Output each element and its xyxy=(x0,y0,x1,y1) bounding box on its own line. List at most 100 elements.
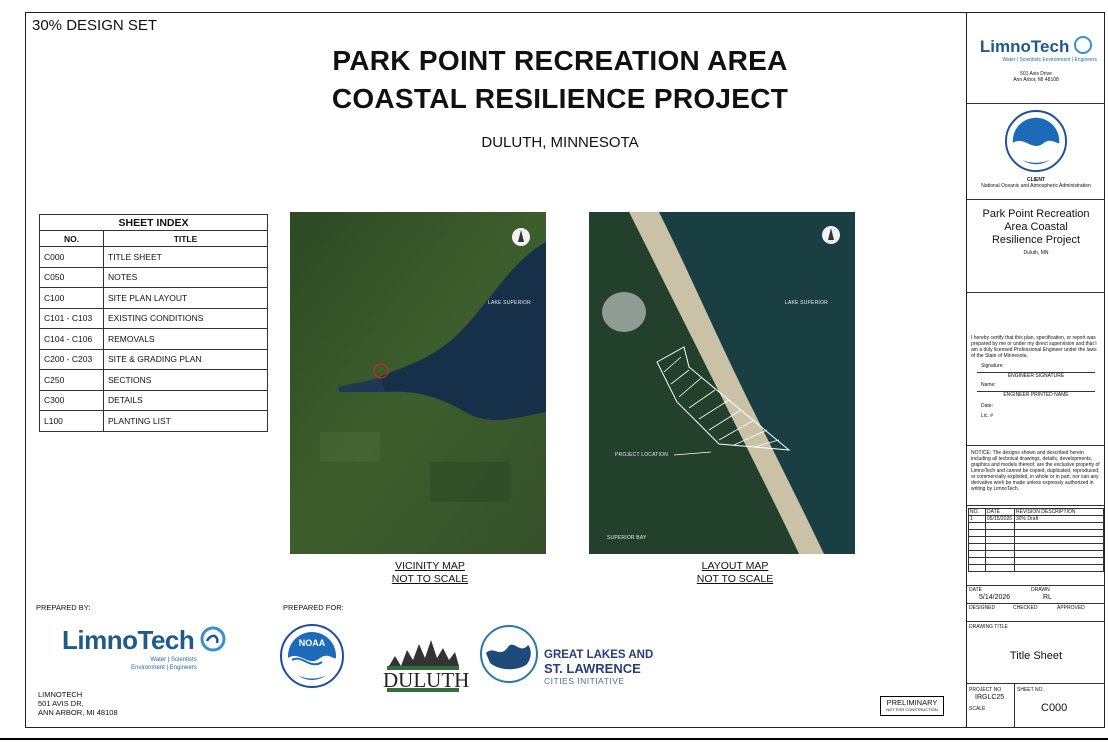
sheet-index-table: SHEET INDEX NO. TITLE C000 TITLE SHEET C0… xyxy=(39,214,268,432)
rev-date: 05/15/2026 xyxy=(985,515,1015,523)
sheet-no: C050 xyxy=(39,266,104,288)
prepared-for-label: PREPARED FOR: xyxy=(283,603,344,612)
table-row xyxy=(968,564,1104,572)
vicinity-lake-label: LAKE SUPERIOR xyxy=(488,300,531,306)
preliminary-label: PRELIMINARY xyxy=(886,698,938,707)
great-lakes-icon xyxy=(480,625,538,683)
project-title-line2: COASTAL RESILIENCE PROJECT xyxy=(331,83,789,114)
tb-drawing-title: Title Sheet xyxy=(1009,650,1063,662)
tb-date-label: DATE xyxy=(969,587,982,593)
sheet-no: C000 xyxy=(39,246,104,268)
sheet-title: EXISTING CONDITIONS xyxy=(103,307,268,329)
tb-client-name: National Oceanic and Atmospheric Adminis… xyxy=(981,183,1091,189)
sheet-title: DETAILS xyxy=(103,389,268,411)
project-location: DULUTH, MINNESOTA xyxy=(481,134,639,151)
tb-project-cell: Park Point Recreation Area Coastal Resil… xyxy=(967,200,1105,293)
sheet-title: REMOVALS xyxy=(103,328,268,350)
tb-project-no-cell: PROJECT NO IRGLC25 SCALE SHEET NO. C000 xyxy=(967,684,1105,728)
vicinity-map: LAKE SUPERIOR xyxy=(290,212,546,554)
table-row xyxy=(968,550,1104,558)
table-row: C250 SECTIONS xyxy=(39,369,268,391)
sheet-title: TITLE SHEET xyxy=(103,246,268,268)
prepared-by-label: PREPARED BY: xyxy=(36,603,91,612)
address-line: LIMNOTECH xyxy=(38,690,83,699)
table-row: C050 NOTES xyxy=(39,266,268,288)
address-line: 501 AVIS DR, xyxy=(38,699,84,708)
tb-license-label: Lic. # xyxy=(981,413,993,419)
sheet-no: C200 - C203 xyxy=(39,348,104,370)
glslci-line3: CITIES INITIATIVE xyxy=(544,676,625,686)
sheet-index-col-no: NO. xyxy=(39,230,104,247)
rev-col-desc: REVISION DESCRIPTION xyxy=(1014,508,1104,516)
tb-approved-label: APPROVED xyxy=(1057,605,1085,611)
tb-firm-name: LimnoTech xyxy=(979,37,1070,56)
sheet-title: SECTIONS xyxy=(103,369,268,391)
limnotech-tagline1: Water | Scientists xyxy=(150,657,197,663)
address-line: ANN ARBOR, MI 48108 xyxy=(38,708,118,717)
north-arrow-icon xyxy=(512,228,530,246)
tb-project-name: Park Point Recreation Area Coastal Resil… xyxy=(982,208,1090,246)
sheet-no: C250 xyxy=(39,369,104,391)
limnotech-logo: LimnoTech Water | Scientists Environment… xyxy=(62,625,227,672)
tb-firm-cell: LimnoTech Water | Scientists Environment… xyxy=(967,12,1105,104)
tb-notice-text: NOTICE: The designs shown and described … xyxy=(971,450,1100,492)
sheet-no: C300 xyxy=(39,389,104,411)
table-row xyxy=(968,536,1104,544)
revision-table: NO. DATE REVISION DESCRIPTION 1 05/15/20… xyxy=(968,508,1104,572)
noaa-logo-icon xyxy=(280,624,344,688)
noaa-logo-icon xyxy=(1005,110,1067,172)
table-row: C000 TITLE SHEET xyxy=(39,246,268,268)
table-row: C100 SITE PLAN LAYOUT xyxy=(39,287,268,309)
project-title-line1: PARK POINT RECREATION AREA xyxy=(332,45,788,76)
sheet-title: PLANTING LIST xyxy=(103,410,268,432)
layout-lake-label: LAKE SUPERIOR xyxy=(785,300,828,306)
tb-divider xyxy=(1014,684,1015,728)
tb-date-label: Date: xyxy=(981,403,993,409)
limnotech-tagline2: Environment | Engineers xyxy=(131,665,197,671)
glslci-line2: ST. LAWRENCE xyxy=(544,661,641,676)
noaa-logo-text: NOAA xyxy=(298,638,326,648)
layout-map-image xyxy=(589,212,855,554)
sheet-title: NOTES xyxy=(103,266,268,288)
duluth-logo-text: DULUTH xyxy=(383,668,470,692)
layout-map-scale: NOT TO SCALE xyxy=(696,573,774,585)
tb-drawn-label: DRAWN xyxy=(1031,587,1050,593)
sheet-title: SITE & GRADING PLAN xyxy=(103,348,268,370)
tb-certification-cell: I hereby certify that this plan, specifi… xyxy=(967,293,1105,446)
tb-cert-text: I hereby certify that this plan, specifi… xyxy=(971,335,1097,359)
superior-bay-label: SUPERIOR BAY xyxy=(607,535,647,541)
north-arrow-icon xyxy=(822,226,840,244)
tb-checked-label: CHECKED xyxy=(1013,605,1038,611)
table-row: NO. DATE REVISION DESCRIPTION xyxy=(968,508,1104,516)
tb-drawing-title-cell: DRAWING TITLE Title Sheet xyxy=(967,622,1105,684)
glslci-line1: GREAT LAKES AND xyxy=(544,649,654,661)
tb-drawing-title-label: DRAWING TITLE xyxy=(969,624,1008,630)
limnotech-swirl-icon xyxy=(1074,36,1093,54)
table-row: C300 DETAILS xyxy=(39,389,268,411)
sheet-no: C101 - C103 xyxy=(39,307,104,329)
table-row: C200 - C203 SITE & GRADING PLAN xyxy=(39,348,268,370)
tb-notice-cell: NOTICE: The designs shown and described … xyxy=(967,446,1105,506)
tb-firm-address2: Ann Arbor, MI 48108 xyxy=(1013,77,1059,83)
table-row xyxy=(968,529,1104,537)
vicinity-map-image xyxy=(290,212,546,554)
tb-drawn-value: RL xyxy=(1043,594,1052,601)
sheet-title: SITE PLAN LAYOUT xyxy=(103,287,268,309)
tb-name-label: Name: xyxy=(981,382,996,388)
tb-date-value: 5/14/2026 xyxy=(979,594,1011,601)
table-row: C104 - C106 REMOVALS xyxy=(39,328,268,350)
project-location-label: PROJECT LOCATION xyxy=(615,452,669,458)
tb-engineer-signature: ENGINEER SIGNATURE xyxy=(977,372,1095,379)
tb-firm-tagline: Water | Scientists Environment | Enginee… xyxy=(1002,57,1097,63)
limnotech-logo-text: LimnoTech xyxy=(62,625,195,655)
tb-revisions-cell: NO. DATE REVISION DESCRIPTION 1 05/15/20… xyxy=(967,506,1105,586)
tb-engineer-name: ENGINEER PRINTED NAME xyxy=(977,391,1095,398)
tb-sheet-no-label: SHEET NO. xyxy=(1017,687,1044,693)
sheet-index-title: SHEET INDEX xyxy=(39,214,268,231)
rev-col-date: DATE xyxy=(985,508,1015,516)
tb-approval-row: DESIGNED CHECKED APPROVED xyxy=(967,604,1105,622)
vicinity-map-scale: NOT TO SCALE xyxy=(391,573,469,585)
bottom-rule xyxy=(0,738,1108,740)
table-row xyxy=(968,557,1104,565)
preliminary-stamp: PRELIMINARY NOT FOR CONSTRUCTION xyxy=(880,696,944,716)
